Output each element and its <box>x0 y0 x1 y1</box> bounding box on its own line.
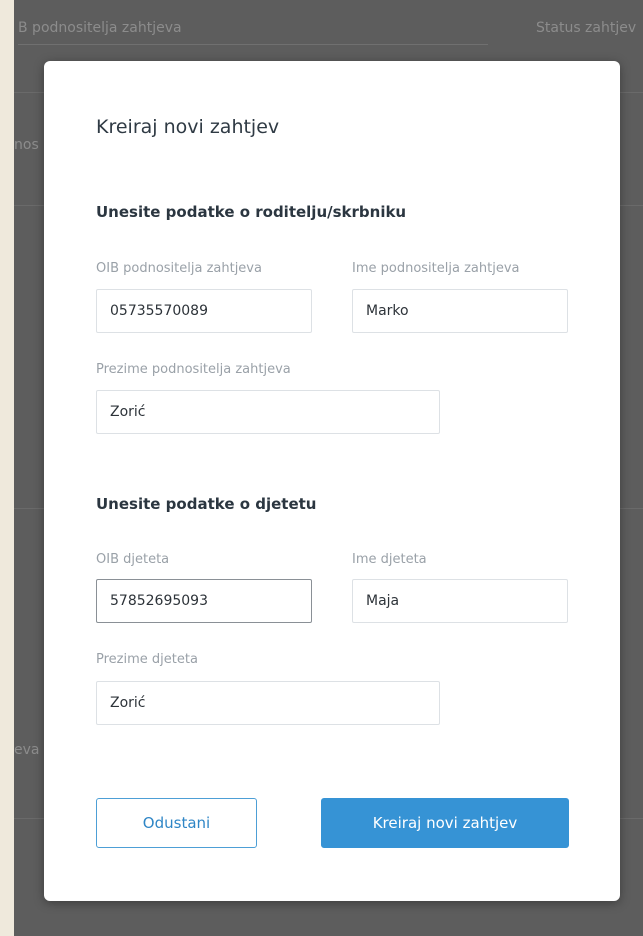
parent-oib-label: OIB podnositelja zahtjeva <box>96 261 262 276</box>
parent-first-name-input[interactable] <box>352 289 568 333</box>
create-request-dialog: Kreiraj novi zahtjev Unesite podatke o r… <box>44 61 620 901</box>
dialog-title: Kreiraj novi zahtjev <box>96 116 280 138</box>
child-last-name-label: Prezime djeteta <box>96 652 198 667</box>
parent-oib-input[interactable] <box>96 289 312 333</box>
parent-first-name-label: Ime podnositelja zahtjeva <box>352 261 520 276</box>
background-column-header-status: Status zahtjev <box>536 20 637 36</box>
cancel-button[interactable]: Odustani <box>96 798 257 848</box>
child-oib-label: OIB djeteta <box>96 552 170 567</box>
create-request-button[interactable]: Kreiraj novi zahtjev <box>321 798 569 848</box>
background-filter-field-line <box>18 44 488 45</box>
parent-last-name-label: Prezime podnositelja zahtjeva <box>96 362 291 377</box>
background-column-header-oib: B podnositelja zahtjeva <box>18 20 182 36</box>
parent-last-name-input[interactable] <box>96 390 440 434</box>
background-row-text: eva <box>14 742 40 758</box>
child-oib-input[interactable] <box>96 579 312 623</box>
child-section-title: Unesite podatke o djetetu <box>96 495 317 513</box>
background-row-text: nos <box>14 137 39 153</box>
child-last-name-input[interactable] <box>96 681 440 725</box>
parent-section-title: Unesite podatke o roditelju/skrbniku <box>96 203 407 221</box>
child-first-name-input[interactable] <box>352 579 568 623</box>
child-first-name-label: Ime djeteta <box>352 552 427 567</box>
